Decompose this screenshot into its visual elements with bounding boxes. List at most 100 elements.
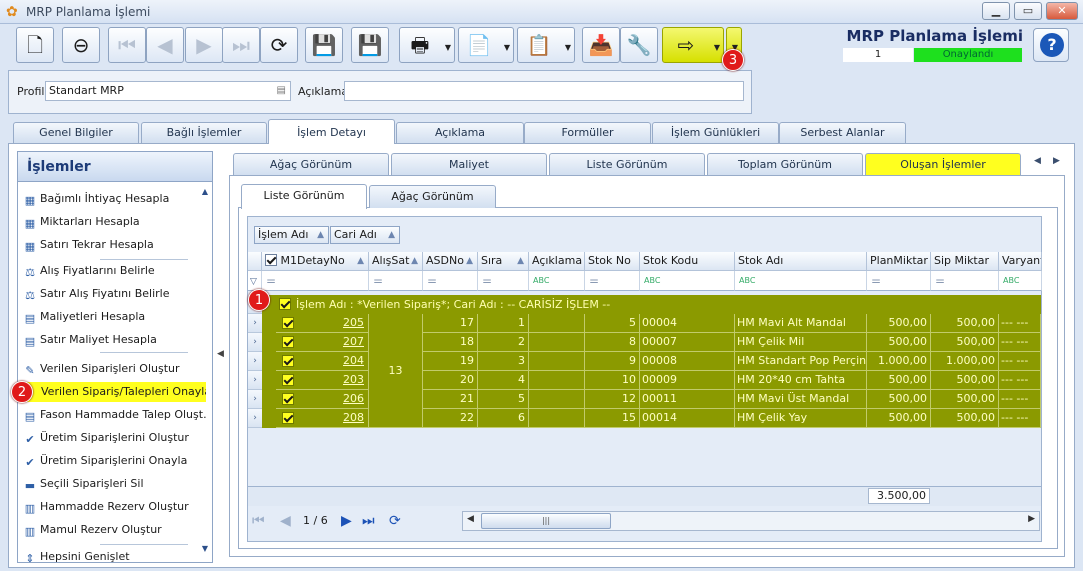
row-checkbox[interactable] [282,317,294,329]
filter-icon[interactable]: ▽ [250,277,257,287]
chevron-down-icon[interactable]: ▼ [504,43,510,52]
row-checkbox[interactable] [282,336,294,348]
filter-equals-icon[interactable]: = [262,271,369,291]
table-row[interactable]: 208 [276,409,369,428]
col-header[interactable]: Varyant [999,252,1042,271]
scroll-left-icon[interactable]: ◀ [467,514,474,524]
scroll-right-icon[interactable]: ▶ [1028,514,1035,524]
maximize-button[interactable]: ▭ [1014,2,1042,20]
panel-splitter[interactable]: ◀ [214,151,226,563]
row-indicator[interactable]: › [248,371,262,390]
view-tab[interactable]: Liste Görünüm [241,184,367,209]
new-button[interactable]: 🗋 [16,27,54,63]
prev-page-icon[interactable]: ◀ [280,512,291,530]
detay-no-link[interactable]: 205 [343,314,364,332]
view-tab[interactable]: Ağaç Görünüm [369,185,496,208]
main-tab[interactable]: Genel Bilgiler [13,122,139,143]
filter-text-icon[interactable]: ABC [529,271,585,291]
last-page-icon[interactable]: ⏭ [362,512,375,530]
next-record-button[interactable]: ▶ [185,27,223,63]
action-item[interactable]: ▦ Bağımlı İhtiyaç Hesapla [23,189,207,209]
chevron-down-icon[interactable]: ▼ [445,43,451,52]
detay-no-link[interactable]: 206 [343,390,364,408]
row-indicator[interactable]: › [248,390,262,409]
first-page-icon[interactable]: ⏮ [252,512,265,530]
group-row[interactable]: İşlem Adı : *Verilen Sipariş*; Cari Adı … [276,295,1041,314]
chevron-down-icon[interactable]: ▼ [714,43,720,52]
row-checkbox[interactable] [282,393,294,405]
sub-tab[interactable]: Liste Görünüm [549,153,705,175]
row-indicator[interactable]: › [248,314,262,333]
tools-button[interactable]: 🔧 [620,27,658,63]
minimize-button[interactable]: ▁ [982,2,1010,20]
tab-scroll-left-icon[interactable]: ◀ [1034,156,1041,166]
action-item[interactable]: ▬ Seçili Siparişleri Sil [23,474,207,494]
sub-tab[interactable]: Maliyet [391,153,547,175]
sub-tab[interactable]: Ağaç Görünüm [233,153,389,175]
row-checkbox[interactable] [282,355,294,367]
col-header[interactable]: Sıra ▲ [478,252,529,271]
col-header[interactable]: Stok No [585,252,640,271]
filter-text-icon[interactable]: ABC [640,271,735,291]
col-header[interactable]: AlışSat ▲ [369,252,423,271]
cancel-save-button[interactable]: 💾 [351,27,389,63]
export-button[interactable]: 📋 ▼ [517,27,575,63]
exit-button[interactable]: ⇨ ▼ [662,27,724,63]
print-button[interactable]: 🖶 ▼ [399,27,455,63]
filter-equals-icon[interactable]: = [478,271,529,291]
action-item[interactable]: ⚖ Satır Alış Fiyatını Belirle [23,284,207,304]
detay-no-link[interactable]: 203 [343,371,364,389]
sub-tab[interactable]: Oluşan İşlemler [865,153,1021,175]
main-tab[interactable]: Açıklama [396,122,524,143]
col-header[interactable]: Sip Miktar [931,252,999,271]
col-header-detay-no[interactable]: M1DetayNo ▲ [262,252,369,271]
group-checkbox[interactable] [279,298,291,310]
select-all-checkbox[interactable] [265,254,277,266]
filter-equals-icon[interactable]: = [867,271,931,291]
col-header[interactable]: Açıklama [529,252,585,271]
col-header[interactable]: PlanMiktar [867,252,931,271]
action-item[interactable]: ⇕ Hepsini Genişlet [23,547,207,567]
description-field[interactable] [344,81,744,101]
detay-no-link[interactable]: 208 [343,409,364,427]
action-item[interactable]: ▤ Satır Maliyet Hesapla [23,330,207,350]
action-item[interactable]: ▦ Miktarları Hesapla [23,212,207,232]
row-indicator[interactable]: › [248,352,262,371]
row-indicator[interactable]: › [248,333,262,352]
delete-button[interactable]: ⊖ [62,27,100,63]
filter-equals-icon[interactable]: = [369,271,423,291]
col-header[interactable]: Stok Adı [735,252,867,271]
chevron-down-icon[interactable]: ▼ [565,43,571,52]
last-record-button[interactable]: ⏭ [222,27,260,63]
filter-text-icon[interactable]: ABC [999,271,1042,291]
next-page-icon[interactable]: ▶ [341,512,352,530]
col-header[interactable]: Stok Kodu [640,252,735,271]
group-chip-islem-adi[interactable]: İşlem Adı ▲ [254,226,329,244]
main-tab[interactable]: İşlem Günlükleri [652,122,779,143]
detay-no-link[interactable]: 207 [343,333,364,351]
help-button[interactable]: ? [1033,28,1069,62]
prev-record-button[interactable]: ◀ [146,27,184,63]
refresh-page-icon[interactable]: ⟳ [389,512,401,530]
filter-equals-icon[interactable]: = [585,271,640,291]
action-item[interactable]: Verilen Sipariş/Talepleri Onayla [23,382,206,402]
horizontal-scrollbar[interactable]: ◀ ||| ▶ [462,511,1040,531]
pdf-export-button[interactable]: 📄 ▼ [458,27,514,63]
main-tab[interactable]: Formüller [524,122,651,143]
table-row[interactable]: 207 [276,333,369,352]
tab-scroll-right-icon[interactable]: ▶ [1053,156,1060,166]
filter-equals-icon[interactable]: = [423,271,478,291]
group-chip-cari-adi[interactable]: Cari Adı ▲ [330,226,400,244]
action-item[interactable]: ✔ Üretim Siparişlerini Oluştur [23,428,207,448]
first-record-button[interactable]: ⏮ [108,27,146,63]
main-tab[interactable]: Serbest Alanlar [779,122,906,143]
table-row[interactable]: 204 [276,352,369,371]
action-item[interactable]: ▤ Fason Hammadde Talep Oluşt... [23,405,207,425]
main-tab[interactable]: İşlem Detayı [268,119,395,144]
row-checkbox[interactable] [282,374,294,386]
collapse-arrow-icon[interactable]: ◀ [217,349,224,359]
row-indicator[interactable]: › [248,409,262,428]
col-header[interactable]: ASDNo ▲ [423,252,478,271]
sub-tab[interactable]: Toplam Görünüm [707,153,863,175]
action-item[interactable]: ✎ Verilen Siparişleri Oluştur [23,359,207,379]
